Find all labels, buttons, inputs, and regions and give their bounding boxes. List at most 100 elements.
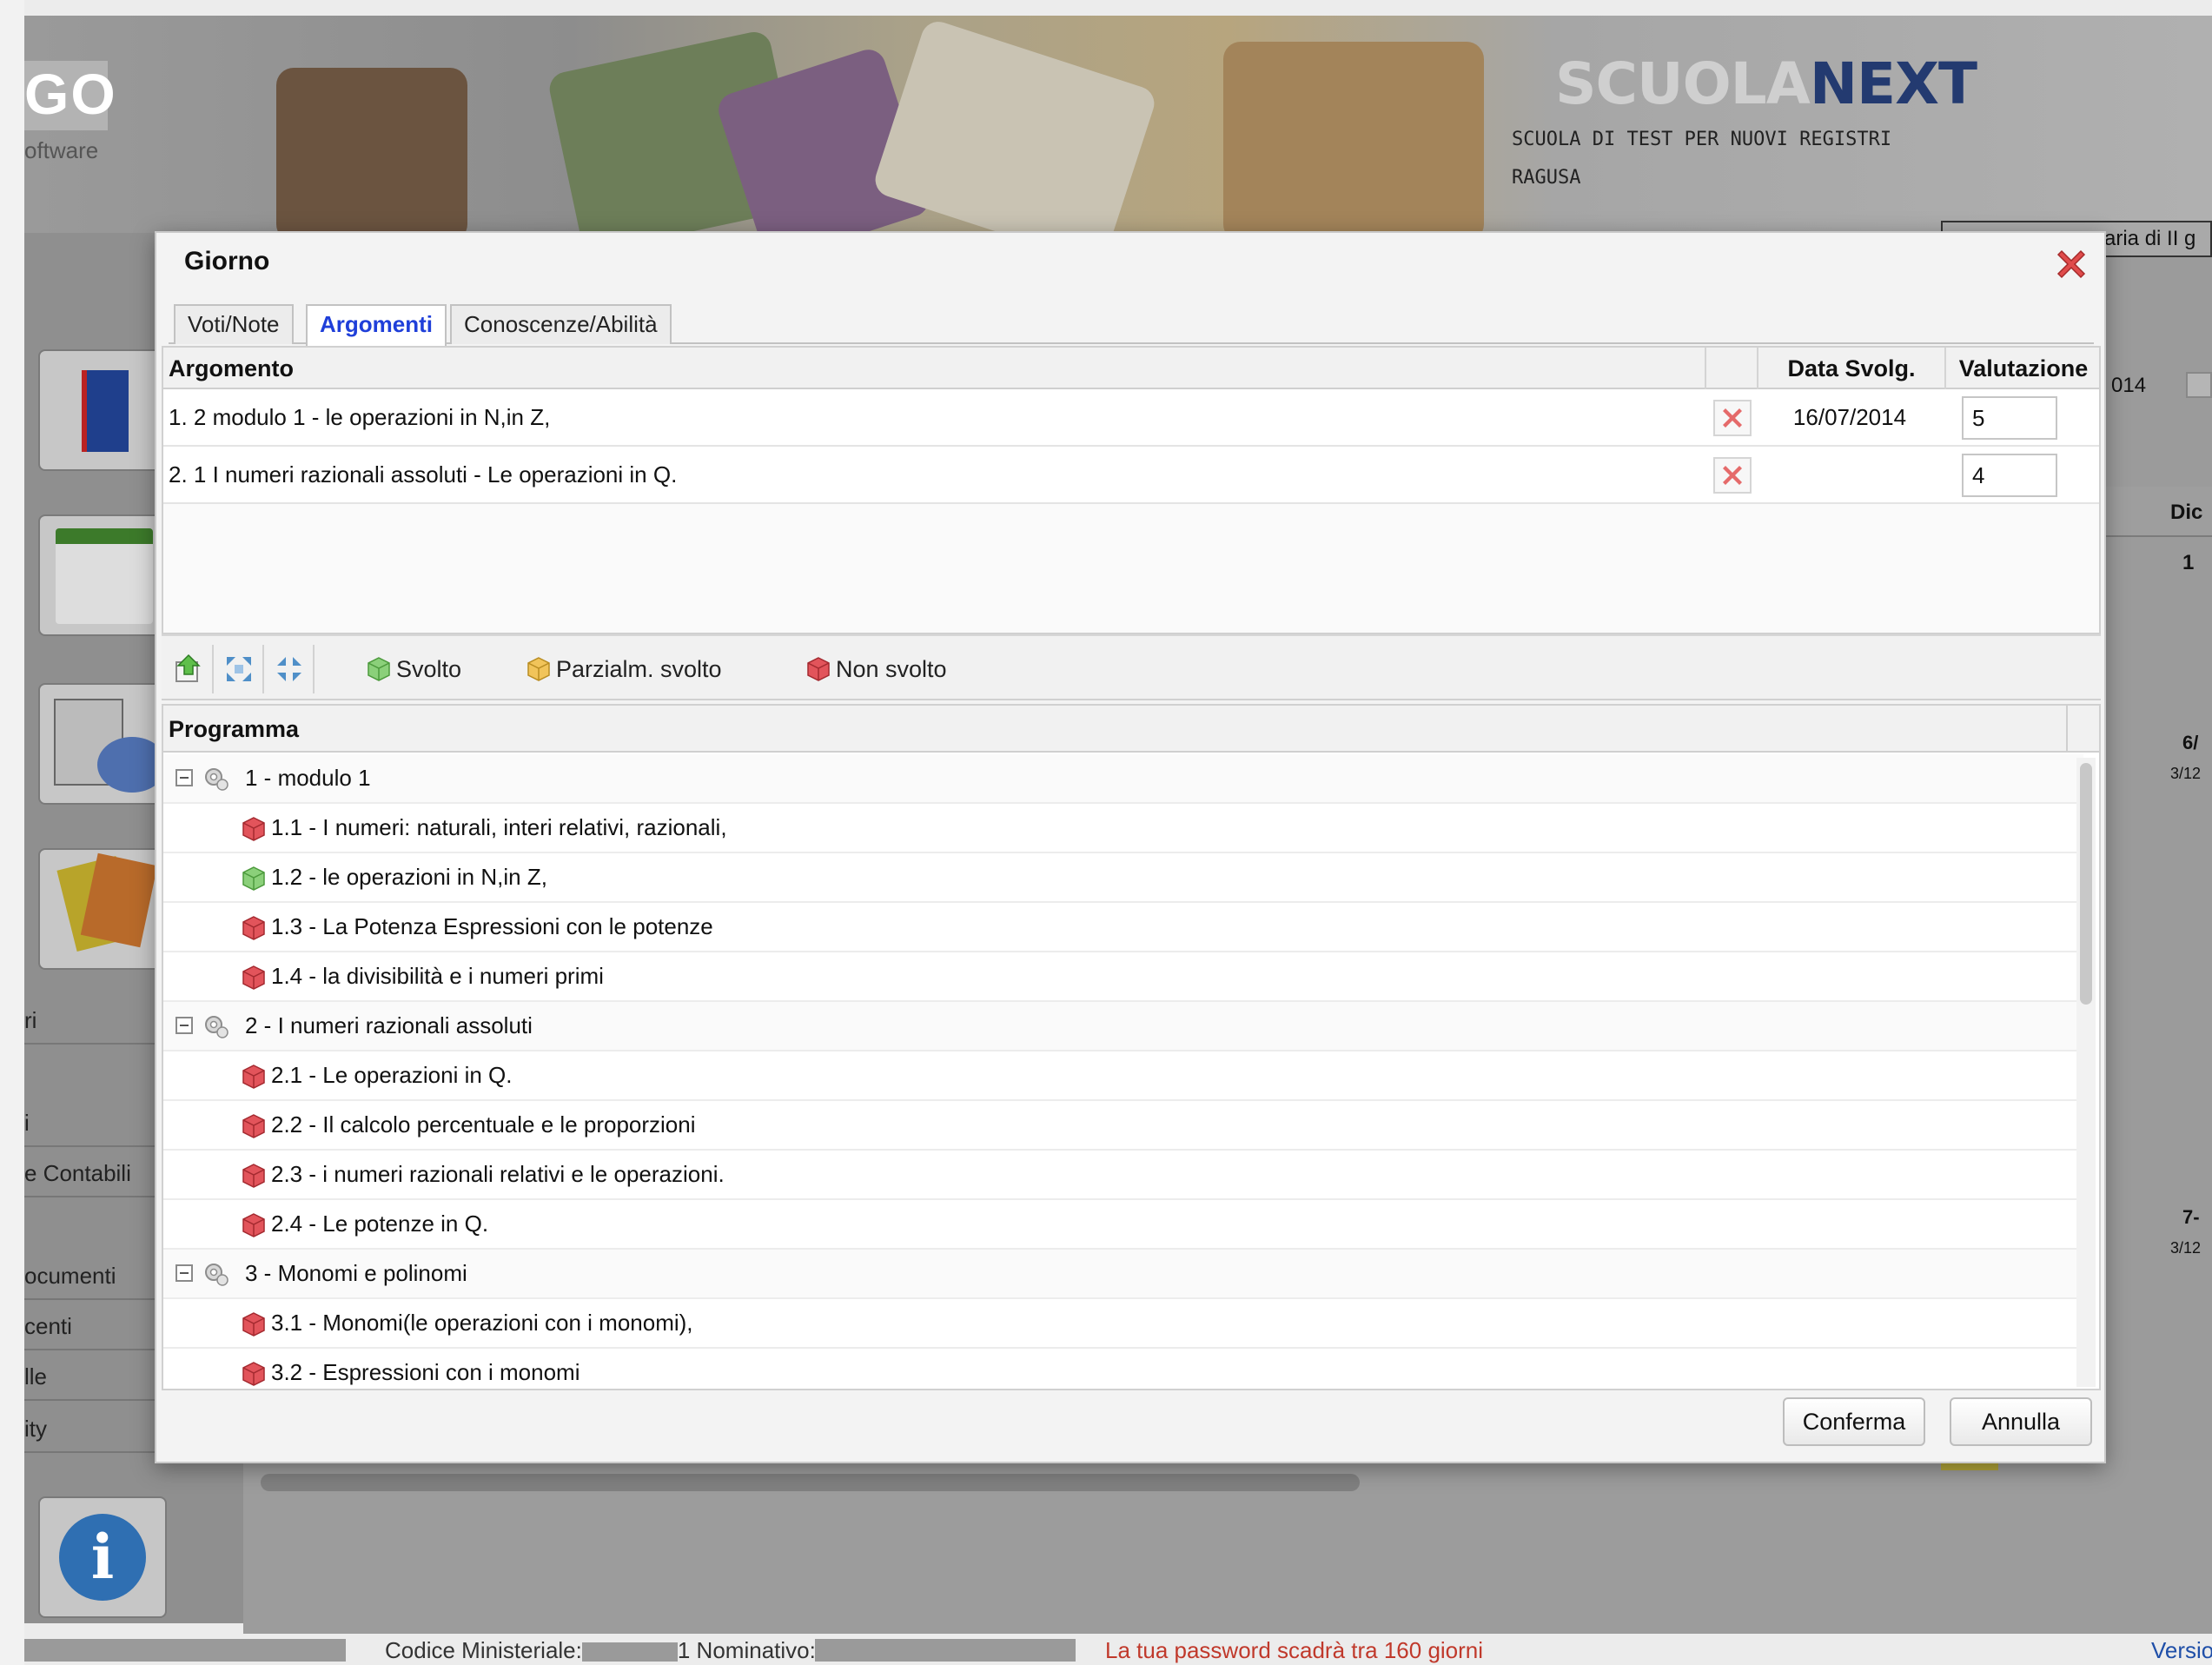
vertical-scrollbar[interactable]	[2076, 758, 2096, 1387]
data-svolgimento: 16/07/2014	[1792, 404, 1907, 430]
collapse-toggle-icon[interactable]	[176, 769, 193, 786]
right-entry-2[interactable]: 7-	[2182, 1206, 2200, 1229]
cube-status-icon	[242, 866, 265, 891]
date-picker-icon[interactable]	[2186, 372, 2212, 398]
tree-group-row[interactable]: 1 - modulo 1	[163, 754, 2083, 804]
confirm-button[interactable]: Conferma	[1783, 1397, 1925, 1446]
tree-item-label: 2.1 - Le operazioni in Q.	[271, 1062, 513, 1088]
horizontal-scrollbar[interactable]	[261, 1474, 1360, 1491]
sidebar-tile-bacheca[interactable]	[38, 848, 169, 970]
tree-group-row[interactable]: 2 - I numeri razionali assoluti	[163, 1002, 2083, 1051]
non-svolto-label: Non svolto	[836, 656, 947, 682]
argomento-row[interactable]: 1. 2 modulo 1 - le operazioni in N,in Z,…	[163, 389, 2099, 447]
mark-non-svolto-button[interactable]: Non svolto	[805, 636, 947, 702]
cancel-button[interactable]: Annulla	[1950, 1397, 2092, 1446]
status-redacted-1	[24, 1639, 346, 1662]
argomenti-table: Argomento Data Svolg. Valutazione 1. 2 m…	[162, 346, 2101, 634]
tree-group-label: 2 - I numeri razionali assoluti	[245, 1012, 533, 1038]
tree-item-row[interactable]: 3.1 - Monomi(le operazioni con i monomi)…	[163, 1299, 2083, 1349]
gear-group-icon	[205, 1016, 228, 1038]
tree-item-label: 2.2 - Il calcolo percentuale e le propor…	[271, 1111, 696, 1138]
tree-group-row[interactable]: 3 - Monomi e polinomi	[163, 1250, 2083, 1299]
right-entry-1[interactable]: 6/	[2182, 732, 2198, 754]
col-delete	[1706, 348, 1758, 389]
logo-text: GO	[24, 62, 117, 126]
tree-item-label: 1.2 - le operazioni in N,in Z,	[271, 864, 547, 890]
mark-svolto-button[interactable]: Svolto	[365, 636, 461, 702]
tab-conoscenze-abilita[interactable]: Conoscenze/Abilità	[450, 304, 672, 344]
highlight-marker	[1941, 1463, 1998, 1470]
sidebar-tile-registro[interactable]	[38, 349, 169, 471]
expand-all-button[interactable]	[215, 645, 264, 693]
tab-voti-note[interactable]: Voti/Note	[174, 304, 294, 344]
tree-item-label: 3.2 - Espressioni con i monomi	[271, 1359, 580, 1385]
scrollbar-thumb[interactable]	[2080, 763, 2092, 1005]
mark-parziale-button[interactable]: Parzialm. svolto	[525, 636, 722, 702]
argomenti-header: Argomento Data Svolg. Valutazione	[163, 348, 2099, 389]
school-name: SCUOLA DI TEST PER NUOVI REGISTRI	[1512, 129, 1892, 150]
tree-group-label: 3 - Monomi e polinomi	[245, 1260, 467, 1286]
cube-status-icon	[242, 1312, 265, 1337]
valutazione-input[interactable]	[1962, 454, 2057, 497]
programma-tree: Programma 1 - modulo 1 1.1 - I numeri: na…	[162, 704, 2101, 1390]
collapse-toggle-icon[interactable]	[176, 1264, 193, 1282]
backpack-art	[276, 68, 467, 242]
status-redacted-2	[815, 1639, 1076, 1662]
tree-item-row[interactable]: 2.3 - i numeri razionali relativi e le o…	[163, 1151, 2083, 1200]
info-icon: i	[59, 1514, 146, 1601]
password-warning: La tua password scadrà tra 160 giorni	[1105, 1637, 1484, 1663]
valutazione-input[interactable]	[1962, 396, 2057, 440]
brand-logo: SCUOLANEXT	[1555, 50, 1977, 117]
tree-item-row[interactable]: 1.1 - I numeri: naturali, interi relativ…	[163, 804, 2083, 853]
cube-status-icon	[242, 1164, 265, 1188]
giorno-dialog: Giorno Voti/Note Argomenti Conoscenze/Ab…	[155, 231, 2106, 1463]
col-data-svolg: Data Svolg.	[1758, 348, 1946, 389]
tree-item-row[interactable]: 3.2 - Espressioni con i monomi	[163, 1349, 2083, 1389]
cube-parziale-icon	[527, 657, 550, 681]
cube-non-svolto-icon	[807, 657, 830, 681]
close-button[interactable]	[2050, 243, 2092, 285]
info-tile[interactable]: i	[38, 1496, 167, 1618]
argomento-row[interactable]: 2. 1 I numeri razionali assoluti - Le op…	[163, 447, 2099, 504]
expand-all-icon	[227, 657, 251, 681]
tree-item-label: 3.1 - Monomi(le operazioni con i monomi)…	[271, 1310, 693, 1336]
tree-item-row[interactable]: 1.3 - La Potenza Espressioni con le pote…	[163, 903, 2083, 952]
tree-item-row[interactable]: 2.2 - Il calcolo percentuale e le propor…	[163, 1101, 2083, 1151]
version-link[interactable]: Versione	[2151, 1635, 2212, 1665]
tab-argomenti[interactable]: Argomenti	[306, 304, 447, 346]
tree-item-row[interactable]: 2.1 - Le operazioni in Q.	[163, 1051, 2083, 1101]
header-banner	[24, 16, 2212, 267]
collapse-all-icon	[277, 657, 301, 681]
collapse-all-button[interactable]	[266, 645, 315, 693]
tree-item-row[interactable]: 2.4 - Le potenze in Q.	[163, 1200, 2083, 1250]
delete-x-icon	[1723, 466, 1742, 485]
gear-group-icon	[205, 1264, 228, 1286]
data-svolgimento	[1776, 447, 1924, 504]
tree-item-label: 1.4 - la divisibilità e i numeri primi	[271, 963, 604, 989]
right-panel	[2103, 233, 2212, 1623]
programma-header: Programma	[163, 706, 2099, 753]
gear-group-icon	[205, 768, 228, 791]
cube-status-icon	[242, 965, 265, 990]
go-up-button[interactable]	[165, 645, 214, 693]
sidebar-tile-statistiche[interactable]	[38, 683, 169, 805]
col-valutazione: Valutazione	[1958, 355, 2089, 381]
svolto-label: Svolto	[396, 656, 462, 682]
brand-light: SCUOLA	[1555, 50, 1811, 117]
sidebar-tile-calendario[interactable]	[38, 514, 169, 636]
tree-item-row[interactable]: 1.2 - le operazioni in N,in Z,	[163, 853, 2083, 903]
cube-status-icon	[242, 1114, 265, 1138]
cube-status-icon	[242, 1065, 265, 1089]
delete-argomento-button[interactable]	[1713, 400, 1752, 436]
right-entry-1-sub: 3/12	[2170, 765, 2202, 782]
right-entry-2-sub: 3/12	[2170, 1239, 2202, 1257]
tree-item-row[interactable]: 1.4 - la divisibilità e i numeri primi	[163, 952, 2083, 1002]
delete-argomento-button[interactable]	[1713, 457, 1752, 494]
collapse-toggle-icon[interactable]	[176, 1017, 193, 1034]
col-argomento: Argomento	[169, 348, 1706, 389]
header-corner	[2066, 706, 2099, 753]
right-month: Dic	[2170, 501, 2203, 524]
status-code: Codice Ministeriale: 1 Nominativo:	[385, 1635, 816, 1665]
status-redacted-code	[581, 1642, 678, 1662]
left-margin	[0, 0, 24, 1665]
